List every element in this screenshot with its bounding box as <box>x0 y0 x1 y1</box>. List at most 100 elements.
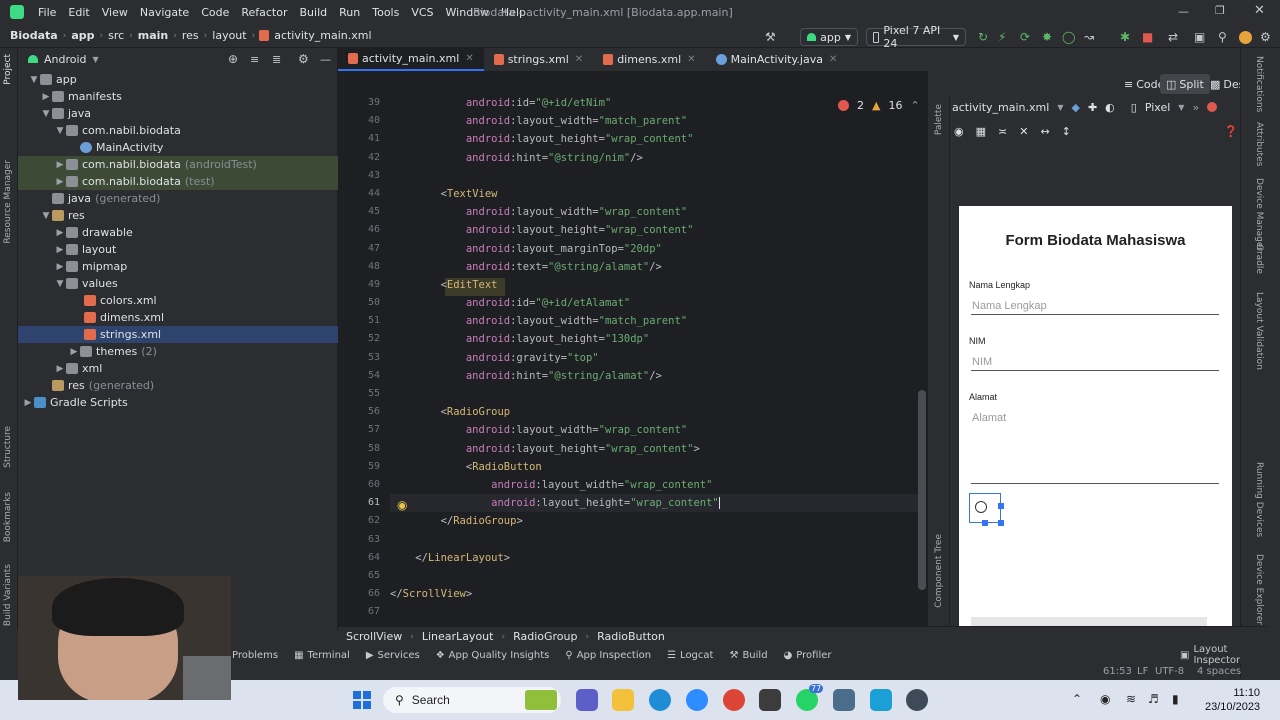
code-line[interactable] <box>390 603 920 621</box>
palette-toggle[interactable]: Palette <box>934 104 944 135</box>
tree-item-values[interactable]: ▼ values <box>18 275 338 292</box>
close-icon[interactable]: ✕ <box>1254 3 1265 18</box>
chevron-up-icon[interactable]: ⌃ <box>910 99 919 112</box>
file-encoding[interactable]: UTF-8 <box>1155 666 1184 677</box>
tree-item-package[interactable]: ▼ com.nabil.biodata <box>18 122 338 139</box>
tool-device-manager[interactable]: Device Manager <box>1254 178 1264 251</box>
more-icon[interactable]: » <box>1192 101 1199 114</box>
tool-notifications[interactable]: Notifications <box>1254 56 1264 112</box>
code-line[interactable]: </LinearLayout> <box>390 549 920 567</box>
tool-build-variants[interactable]: Build Variants <box>3 564 13 626</box>
file-explorer-icon[interactable] <box>612 689 634 711</box>
tree-item-layout[interactable]: ▶ layout <box>18 241 338 258</box>
chevron-right-icon[interactable]: ▶ <box>40 92 52 102</box>
clear-icon[interactable]: ✕ <box>1019 125 1028 138</box>
code-line[interactable] <box>390 567 920 585</box>
crumb-radiobutton[interactable]: RadioButton <box>597 630 665 643</box>
tree-item-xml[interactable]: ▶ xml <box>18 360 338 377</box>
chevron-down-icon[interactable]: ▼ <box>1178 103 1184 112</box>
breadcrumb-project[interactable]: Biodata <box>0 29 63 42</box>
breadcrumb-main[interactable]: main <box>133 29 174 42</box>
code-line[interactable]: android:layout_width="wrap_content" <box>390 421 920 439</box>
breadcrumb-app[interactable]: app <box>66 29 99 42</box>
code-line[interactable]: <RadioButton <box>390 458 920 476</box>
cursor-position[interactable]: 61:53 <box>1103 666 1132 677</box>
menu-build[interactable]: Build <box>294 6 334 19</box>
menu-run[interactable]: Run <box>333 6 366 19</box>
resize-handle[interactable] <box>998 520 1004 526</box>
debug-icon[interactable]: ✸ <box>1042 30 1052 44</box>
obs-icon[interactable] <box>906 689 928 711</box>
breadcrumb-layout[interactable]: layout <box>207 29 251 42</box>
code-line[interactable]: android:layout_height="wrap_content" <box>390 221 920 239</box>
wifi-icon[interactable]: ≋ <box>1126 692 1136 706</box>
tool-profiler[interactable]: ◕ Profiler <box>776 650 840 661</box>
chevron-down-icon[interactable]: ▼ <box>40 211 52 221</box>
zoom-icon[interactable] <box>686 689 708 711</box>
resize-handle[interactable] <box>998 503 1004 509</box>
tool-attributes[interactable]: Attributes <box>1254 122 1264 166</box>
chevron-right-icon[interactable]: ▶ <box>54 177 66 187</box>
tree-item-manifests[interactable]: ▶ manifests <box>18 88 338 105</box>
minimize-icon[interactable]: — <box>1178 5 1189 18</box>
tool-layout-inspector[interactable]: ▣ Layout Inspector <box>1172 644 1280 666</box>
tree-item-res-generated[interactable]: res (generated) <box>18 377 338 394</box>
gear-icon[interactable]: ⚙ <box>298 52 309 66</box>
tree-item-java[interactable]: ▼ java <box>18 105 338 122</box>
crumb-radiogroup[interactable]: RadioGroup <box>513 630 577 643</box>
tool-logcat[interactable]: ☰ Logcat <box>659 650 721 661</box>
inspection-widget[interactable]: 2 ▲16 ⌃ ⌄ <box>838 99 937 112</box>
tree-item-drawable[interactable]: ▶ drawable <box>18 224 338 241</box>
menu-refactor[interactable]: Refactor <box>235 6 293 19</box>
menu-code[interactable]: Code <box>195 6 235 19</box>
menu-view[interactable]: View <box>96 6 134 19</box>
taskbar-search[interactable]: ⚲ Search <box>383 687 561 713</box>
app-icon[interactable] <box>759 689 781 711</box>
chevron-right-icon[interactable]: ▶ <box>54 364 66 374</box>
chevron-right-icon[interactable]: ▶ <box>54 245 66 255</box>
edge-icon[interactable] <box>649 689 671 711</box>
rerun-icon[interactable]: ↻ <box>978 30 988 44</box>
menu-file[interactable]: File <box>32 6 62 19</box>
expand-all-icon[interactable]: ≡ <box>250 53 259 66</box>
chevron-down-icon[interactable]: ▼ <box>1057 103 1063 112</box>
code-line[interactable] <box>390 531 920 549</box>
tree-item-res[interactable]: ▼ res <box>18 207 338 224</box>
chevron-right-icon[interactable]: ▶ <box>54 262 66 272</box>
tree-item-app[interactable]: ▼ app <box>18 71 338 88</box>
tree-item-dimens[interactable]: dimens.xml <box>18 309 338 326</box>
attach-icon[interactable]: ↝ <box>1084 30 1094 44</box>
code-line[interactable]: android:layout_width="wrap_content" <box>390 203 920 221</box>
code-line[interactable]: android:layout_width="match_parent" <box>390 112 920 130</box>
chevron-down-icon[interactable]: ▼ <box>28 75 40 85</box>
code-line[interactable]: <RadioGroup <box>390 403 920 421</box>
sync-icon[interactable]: ⇄ <box>1168 30 1178 44</box>
radio-button-selection[interactable] <box>969 493 1004 526</box>
code-line[interactable]: android:layout_width="match_parent" <box>390 312 920 330</box>
search-icon[interactable]: ⚲ <box>1218 30 1227 44</box>
profile-icon[interactable]: ◯ <box>1062 30 1075 44</box>
run-config-dropdown[interactable]: app ▼ <box>800 28 858 46</box>
whatsapp-icon[interactable]: 77 <box>796 684 824 711</box>
tool-structure[interactable]: Structure <box>3 426 13 468</box>
tab-dimens[interactable]: dimens.xml ✕ <box>593 47 705 71</box>
breadcrumb-res[interactable]: res <box>177 29 204 42</box>
tool-project[interactable]: Project <box>3 54 13 85</box>
code-line[interactable]: android:layout_height="wrap_content"> <box>390 440 920 458</box>
lightbulb-icon[interactable]: ◉ <box>397 498 407 512</box>
breadcrumb-file[interactable]: activity_main.xml <box>269 29 376 42</box>
blueprint-icon[interactable]: ✚ <box>1088 101 1097 114</box>
restore-icon[interactable]: ❐ <box>1215 4 1225 17</box>
chevron-right-icon[interactable]: ▶ <box>54 228 66 238</box>
tab-mainactivity[interactable]: MainActivity.java ✕ <box>706 47 848 71</box>
code-line[interactable]: android:text="@string/alamat"/> <box>390 258 920 276</box>
layers-icon[interactable]: ◆ <box>1071 101 1079 114</box>
tree-item-mainactivity[interactable]: MainActivity <box>18 139 338 156</box>
device-selector[interactable]: Pixel <box>1145 101 1170 114</box>
chevron-down-icon[interactable]: ▼ <box>54 126 66 136</box>
close-icon[interactable]: ✕ <box>575 54 583 65</box>
code-line[interactable]: <TextView <box>390 185 920 203</box>
tree-item-package-test[interactable]: ▶ com.nabil.biodata (test) <box>18 173 338 190</box>
error-icon[interactable] <box>1207 102 1218 112</box>
editor-scrollbar[interactable] <box>918 390 926 590</box>
